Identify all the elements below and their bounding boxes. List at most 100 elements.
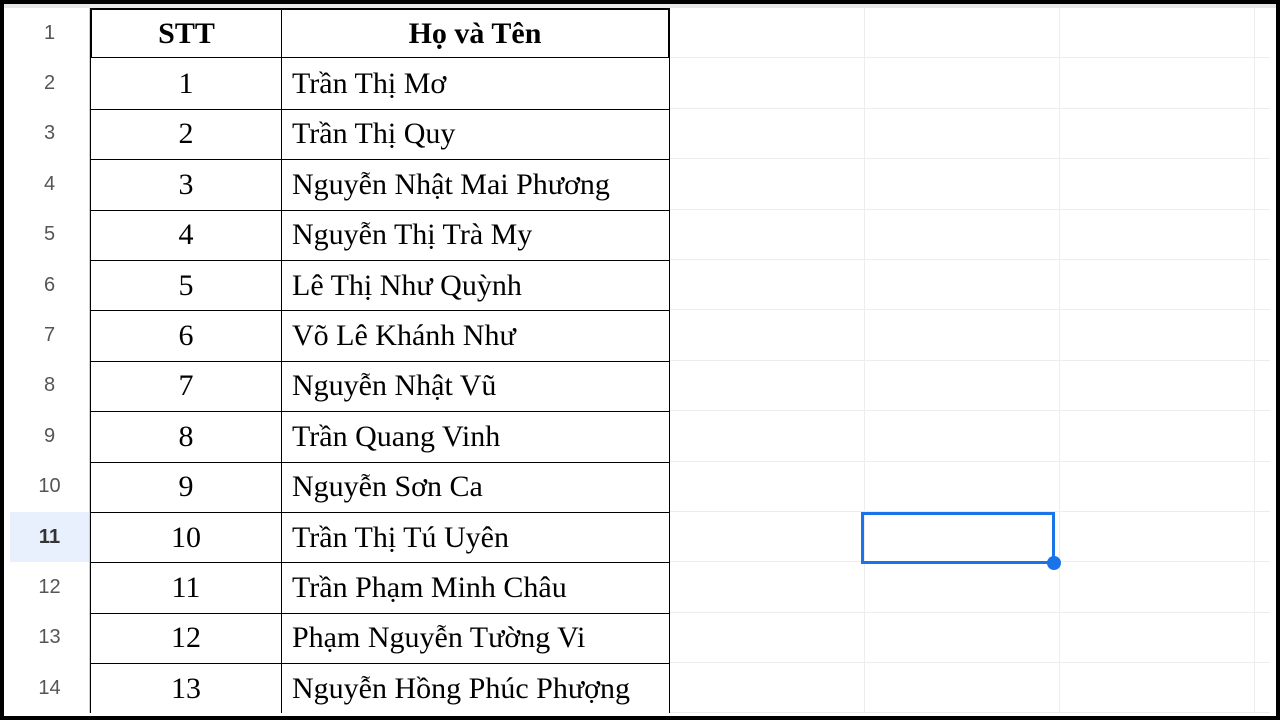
cell-empty[interactable]	[1255, 58, 1270, 107]
cell-empty[interactable]	[865, 663, 1060, 712]
cell-empty[interactable]	[865, 411, 1060, 460]
cell-empty[interactable]	[670, 159, 865, 208]
cell-empty[interactable]	[1060, 210, 1255, 259]
cell-empty[interactable]	[670, 8, 865, 57]
cell-empty[interactable]	[1060, 663, 1255, 712]
cell-empty[interactable]	[670, 663, 865, 712]
cell-empty[interactable]	[1255, 361, 1270, 410]
cell-name[interactable]: Trần Phạm Minh Châu	[282, 562, 670, 612]
cell-name[interactable]: Nguyễn Thị Trà My	[282, 210, 670, 260]
cell-empty[interactable]	[1255, 159, 1270, 208]
row-number[interactable]: 4	[10, 159, 90, 209]
cell-name[interactable]: Trần Thị Quy	[282, 109, 670, 159]
cell-empty[interactable]	[670, 361, 865, 410]
cell-empty[interactable]	[1060, 361, 1255, 410]
cell-empty[interactable]	[1255, 663, 1270, 712]
row-number[interactable]: 14	[10, 663, 90, 713]
cell-empty[interactable]	[865, 462, 1060, 511]
row-number[interactable]: 9	[10, 411, 90, 461]
cell-empty[interactable]	[670, 210, 865, 259]
cell-empty[interactable]	[865, 260, 1060, 309]
row-number[interactable]: 6	[10, 260, 90, 310]
cell-stt[interactable]: 4	[90, 210, 282, 260]
cell-empty[interactable]	[670, 109, 865, 158]
row-number[interactable]: 2	[10, 58, 90, 108]
column-header-stt[interactable]: STT	[90, 8, 282, 58]
cell-empty[interactable]	[1060, 462, 1255, 511]
row-number[interactable]: 8	[10, 361, 90, 411]
cell-empty[interactable]	[865, 58, 1060, 107]
cell-name[interactable]: Nguyễn Nhật Mai Phương	[282, 159, 670, 209]
row-number[interactable]: 3	[10, 109, 90, 159]
cell-empty[interactable]	[865, 159, 1060, 208]
cell-empty[interactable]	[1255, 411, 1270, 460]
row-number[interactable]: 12	[10, 562, 90, 612]
cell-empty[interactable]	[670, 58, 865, 107]
row-number[interactable]: 1	[10, 8, 90, 58]
cell-empty[interactable]	[1060, 411, 1255, 460]
cell-empty[interactable]	[1255, 512, 1270, 561]
cell-empty[interactable]	[1060, 562, 1255, 611]
cell-empty[interactable]	[865, 512, 1060, 561]
cell-name[interactable]: Lê Thị Như Quỳnh	[282, 260, 670, 310]
cell-empty[interactable]	[1060, 613, 1255, 662]
cell-name[interactable]: Phạm Nguyễn Tường Vi	[282, 613, 670, 663]
cell-name[interactable]: Trần Thị Tú Uyên	[282, 512, 670, 562]
cell-name[interactable]: Trần Quang Vinh	[282, 411, 670, 461]
cell-empty[interactable]	[865, 8, 1060, 57]
cell-empty[interactable]	[865, 361, 1060, 410]
cell-empty[interactable]	[1255, 8, 1270, 57]
cell-empty[interactable]	[865, 562, 1060, 611]
cell-empty[interactable]	[1060, 512, 1255, 561]
cell-name[interactable]: Võ Lê Khánh Như	[282, 310, 670, 360]
cell-stt[interactable]: 9	[90, 462, 282, 512]
cell-stt[interactable]: 2	[90, 109, 282, 159]
cell-name[interactable]: Nguyễn Sơn Ca	[282, 462, 670, 512]
cell-empty[interactable]	[1255, 462, 1270, 511]
sheet-grid[interactable]: 1STTHọ và Tên21Trần Thị Mơ32Trần Thị Quy…	[10, 8, 1270, 712]
cell-empty[interactable]	[865, 109, 1060, 158]
cell-empty[interactable]	[670, 260, 865, 309]
cell-empty[interactable]	[670, 512, 865, 561]
row-number[interactable]: 7	[10, 310, 90, 360]
cell-empty[interactable]	[1060, 58, 1255, 107]
cell-empty[interactable]	[670, 411, 865, 460]
cell-empty[interactable]	[670, 310, 865, 359]
cell-stt[interactable]: 8	[90, 411, 282, 461]
table-row: 98Trần Quang Vinh	[10, 411, 1270, 461]
cell-stt[interactable]: 10	[90, 512, 282, 562]
cell-empty[interactable]	[865, 210, 1060, 259]
cell-name[interactable]: Nguyễn Hồng Phúc Phượng	[282, 663, 670, 713]
cell-stt[interactable]: 12	[90, 613, 282, 663]
row-number[interactable]: 13	[10, 613, 90, 663]
cell-empty[interactable]	[670, 462, 865, 511]
cell-empty[interactable]	[670, 562, 865, 611]
cell-stt[interactable]: 11	[90, 562, 282, 612]
cell-empty[interactable]	[1255, 310, 1270, 359]
cell-stt[interactable]: 3	[90, 159, 282, 209]
cell-stt[interactable]: 1	[90, 58, 282, 108]
cell-name[interactable]: Nguyễn Nhật Vũ	[282, 361, 670, 411]
cell-stt[interactable]: 5	[90, 260, 282, 310]
cell-stt[interactable]: 6	[90, 310, 282, 360]
cell-stt[interactable]: 13	[90, 663, 282, 713]
row-number[interactable]: 10	[10, 462, 90, 512]
cell-empty[interactable]	[1255, 613, 1270, 662]
cell-empty[interactable]	[1060, 159, 1255, 208]
cell-empty[interactable]	[1255, 210, 1270, 259]
cell-empty[interactable]	[1060, 310, 1255, 359]
column-header-name[interactable]: Họ và Tên	[282, 8, 670, 58]
cell-empty[interactable]	[1060, 8, 1255, 57]
cell-stt[interactable]: 7	[90, 361, 282, 411]
cell-empty[interactable]	[865, 310, 1060, 359]
cell-empty[interactable]	[1255, 109, 1270, 158]
cell-name[interactable]: Trần Thị Mơ	[282, 58, 670, 108]
cell-empty[interactable]	[1060, 109, 1255, 158]
row-number[interactable]: 5	[10, 210, 90, 260]
row-number[interactable]: 11	[10, 512, 90, 562]
cell-empty[interactable]	[1255, 562, 1270, 611]
cell-empty[interactable]	[865, 613, 1060, 662]
cell-empty[interactable]	[1255, 260, 1270, 309]
cell-empty[interactable]	[1060, 260, 1255, 309]
cell-empty[interactable]	[670, 613, 865, 662]
